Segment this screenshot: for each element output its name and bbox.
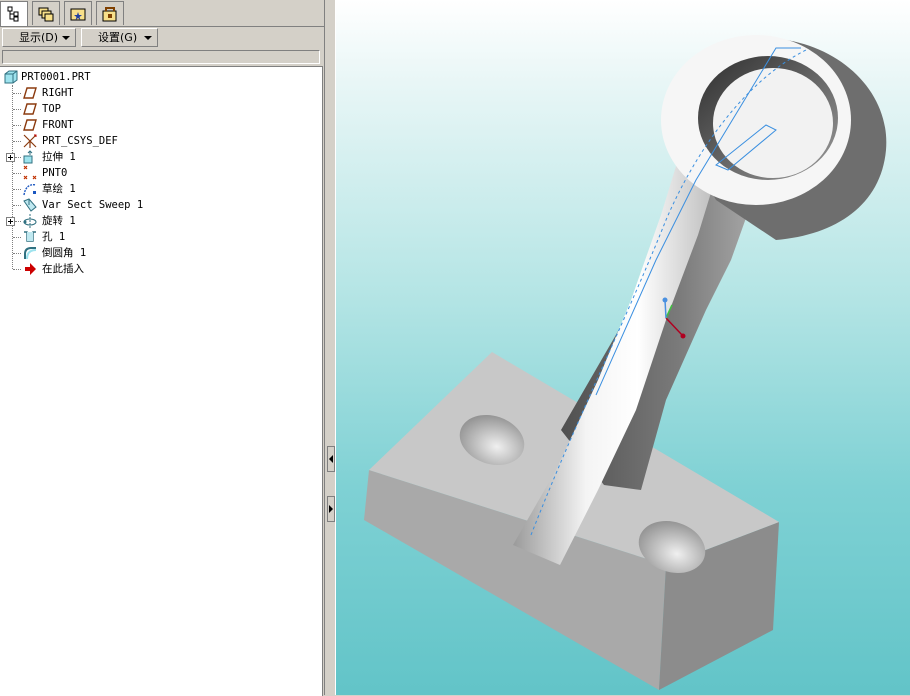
tree-item-var-sect-sweep-1[interactable]: Var Sect Sweep 1 (0, 197, 320, 213)
tree-item-round-1[interactable]: 倒圆角 1 (0, 245, 320, 261)
round-icon (24, 247, 37, 260)
sweep-icon (23, 198, 37, 212)
tree-item-label: 旋转 1 (42, 215, 76, 227)
tree-item-label: 孔 1 (42, 231, 66, 243)
sketch-icon (23, 184, 37, 196)
tree-item-insert-here[interactable]: 在此插入 (0, 261, 320, 277)
tree-item-label: TOP (42, 103, 61, 115)
expand-toggle[interactable] (6, 217, 15, 226)
panel-splitter[interactable] (324, 0, 336, 695)
csys-x-point (680, 333, 686, 339)
dropdown-arrow-icon (62, 36, 70, 40)
tree-item-right[interactable]: RIGHT (0, 85, 320, 101)
expand-right-grip[interactable] (327, 496, 335, 522)
model-tree-tab[interactable] (0, 1, 28, 26)
folder-browser-tab[interactable] (64, 1, 92, 25)
model-tree-panel: 显示(D) 设置(G) PRT0001.PRT RIGHT TOP FRONT … (0, 0, 324, 696)
datum-plane-icon (23, 87, 37, 99)
chevron-left-icon (329, 455, 333, 463)
dropdown-arrow-icon (144, 36, 152, 40)
layers-tab[interactable] (32, 1, 60, 25)
tree-item-label: 拉伸 1 (42, 151, 76, 163)
tree-root-label: PRT0001.PRT (21, 71, 91, 83)
datum-point-icon (23, 165, 37, 180)
display-menu-label: 显示(D) (19, 31, 59, 44)
hole-icon (24, 231, 36, 242)
expand-toggle[interactable] (6, 153, 15, 162)
collapse-left-grip[interactable] (327, 446, 335, 472)
datum-plane-icon (23, 119, 37, 131)
favorites-folder-icon (102, 7, 117, 22)
tree-item-label: 倒圆角 1 (42, 247, 87, 259)
display-menu-button[interactable]: 显示(D) (2, 28, 76, 47)
tree-item-label: PNT0 (42, 167, 68, 179)
coordinate-system-icon (23, 134, 37, 148)
tree-item-pnt0[interactable]: PNT0 (0, 165, 320, 181)
folder-icon (70, 8, 86, 21)
tree-item-extrude-1[interactable]: 拉伸 1 (0, 149, 320, 165)
tree-item-hole-1[interactable]: 孔 1 (0, 229, 320, 245)
tree-item-revolve-1[interactable]: 旋转 1 (0, 213, 320, 229)
settings-menu-label: 设置(G) (98, 31, 138, 44)
insert-here-arrow-icon (25, 263, 36, 275)
tree-filter-strip (2, 50, 320, 64)
tree-item-label: FRONT (42, 119, 74, 131)
revolve-icon (23, 214, 37, 228)
tree-item-label: Var Sect Sweep 1 (42, 199, 144, 211)
layers-icon (38, 7, 54, 22)
settings-menu-button[interactable]: 设置(G) (81, 28, 158, 47)
chevron-right-icon (329, 505, 333, 513)
csys-z-axis (664, 299, 667, 319)
tree-item-label: 草绘 1 (42, 183, 76, 195)
csys-z-point (662, 297, 668, 303)
part-icon (4, 70, 18, 84)
tree-menu-bar: 显示(D) 设置(G) (0, 27, 324, 49)
tree-item-front[interactable]: FRONT (0, 117, 320, 133)
model-tree: PRT0001.PRT RIGHT TOP FRONT PRT_CSYS_DEF… (0, 66, 323, 696)
tree-item-prt-csys-def[interactable]: PRT_CSYS_DEF (0, 133, 320, 149)
tree-item-label: PRT_CSYS_DEF (42, 135, 118, 147)
favorites-tab[interactable] (96, 1, 124, 25)
tree-root[interactable]: PRT0001.PRT (0, 69, 320, 85)
tree-item-label: 在此插入 (42, 263, 84, 275)
datum-plane-icon (23, 103, 37, 115)
model-tree-icon (7, 6, 19, 22)
3d-part-model (364, 35, 887, 690)
extrude-icon (23, 150, 33, 164)
tree-item-label: RIGHT (42, 87, 74, 99)
tree-item-top[interactable]: TOP (0, 101, 320, 117)
tree-item-sketch-1[interactable]: 草绘 1 (0, 181, 320, 197)
navigator-tab-bar (0, 0, 324, 27)
graphics-viewport[interactable] (336, 0, 910, 695)
